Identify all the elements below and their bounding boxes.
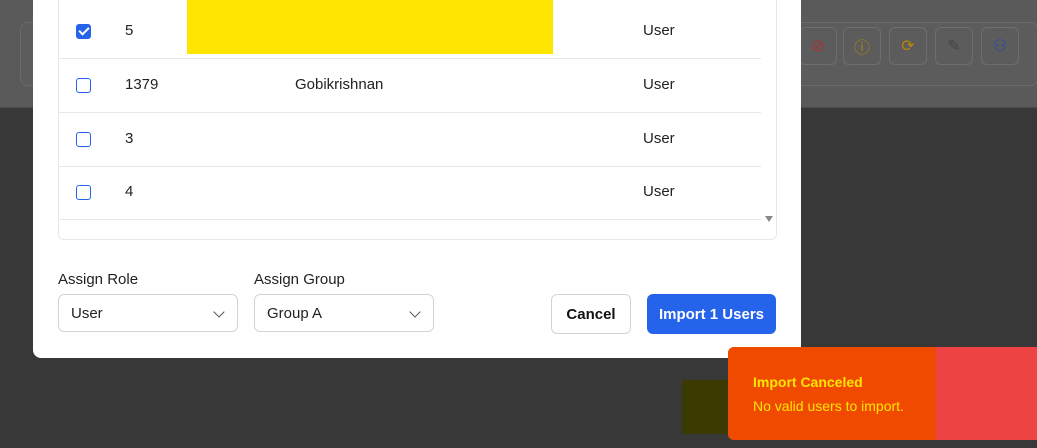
row-checkbox[interactable] xyxy=(76,78,91,93)
user-id: 1379 xyxy=(125,76,159,93)
chevron-down-icon xyxy=(213,306,225,318)
cancel-button[interactable]: Cancel xyxy=(551,294,631,334)
table-scrollbar[interactable] xyxy=(762,0,776,239)
refresh-icon: ⟳ xyxy=(889,27,927,65)
user-role: User xyxy=(643,130,675,147)
row-checkbox[interactable] xyxy=(76,24,91,39)
import-users-button[interactable]: Import 1 Users xyxy=(647,294,776,334)
user-name: Gobikrishnan xyxy=(295,76,384,93)
table-row[interactable]: 4 User xyxy=(59,166,761,220)
user-id: 3 xyxy=(125,130,134,147)
toast-message: No valid users to import. xyxy=(753,398,904,414)
user-role: User xyxy=(643,76,675,93)
users-table: 5 User 1379 Gobikrishnan User 3 User 4 U… xyxy=(58,0,777,240)
toast-title: Import Canceled xyxy=(753,374,863,390)
assign-role-select[interactable]: User xyxy=(58,294,238,332)
assign-group-label: Assign Group xyxy=(254,271,345,288)
user-role: User xyxy=(643,22,675,39)
row-checkbox[interactable] xyxy=(76,185,91,200)
scroll-down-icon[interactable] xyxy=(765,216,773,222)
table-row[interactable]: 3 User xyxy=(59,113,761,167)
assign-role-value: User xyxy=(71,304,103,322)
users-icon: ⚇ xyxy=(981,27,1019,65)
import-users-modal: 5 User 1379 Gobikrishnan User 3 User 4 U… xyxy=(33,0,801,358)
user-id: 5 xyxy=(125,22,134,39)
edit-icon: ✎ xyxy=(935,27,973,65)
row-checkbox[interactable] xyxy=(76,239,91,240)
info-icon: ⓘ xyxy=(843,27,881,65)
user-role: User xyxy=(643,183,675,200)
chevron-down-icon xyxy=(409,306,421,318)
row-checkbox[interactable] xyxy=(76,132,91,147)
redaction-highlight xyxy=(187,0,553,54)
table-row[interactable] xyxy=(59,220,761,240)
assign-group-value: Group A xyxy=(267,304,323,322)
eye-off-icon: ⊘ xyxy=(799,27,837,65)
user-id: 4 xyxy=(125,183,134,200)
table-row[interactable]: 1379 Gobikrishnan User xyxy=(59,59,761,113)
toast-highlight xyxy=(728,347,936,440)
assign-group-select[interactable]: Group A xyxy=(254,294,434,332)
error-toast: Import Canceled No valid users to import… xyxy=(728,347,1037,440)
assign-role-label: Assign Role xyxy=(58,271,139,288)
